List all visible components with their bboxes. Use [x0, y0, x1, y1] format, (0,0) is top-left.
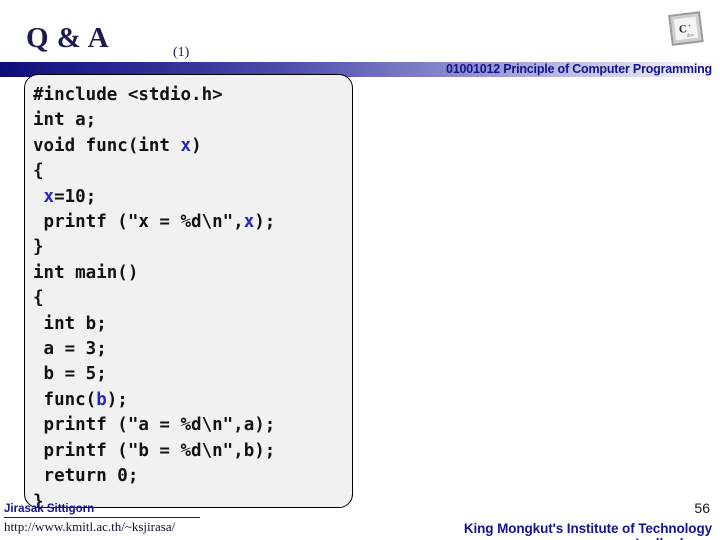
footer-institute-line-1: King Mongkut's Institute of Technology	[463, 521, 712, 536]
code-token-variable: x	[180, 135, 192, 156]
code-token-variable: x	[243, 212, 255, 233]
code-token-text: printf ("x = %d\n",	[33, 212, 244, 233]
code-token-text: int main()	[33, 262, 139, 283]
code-token-text: void func(int	[33, 135, 181, 156]
code-line: b = 5;	[33, 362, 352, 387]
code-token-text: b = 5;	[33, 364, 107, 385]
code-token-text: int a;	[33, 110, 97, 131]
code-token-text: =10;	[54, 186, 97, 207]
code-token-text: func(	[33, 389, 97, 410]
code-line: func(b);	[33, 388, 352, 413]
code-token-text: #include <stdio.h>	[33, 85, 223, 105]
code-token-text: );	[106, 389, 128, 410]
code-token-text: )	[191, 135, 202, 156]
code-block-card: #include <stdio.h> int a; void func(int x)…	[24, 74, 353, 508]
code-token-text: {	[33, 161, 44, 182]
slide-index-label: (1)	[173, 45, 190, 60]
page-title: Q & A	[26, 22, 110, 54]
code-listing: #include <stdio.h> int a; void func(int x)…	[25, 75, 352, 507]
svg-text:dev: dev	[687, 33, 695, 39]
code-token-text: );	[254, 212, 276, 233]
code-line: return 0;	[33, 464, 352, 489]
code-token-text: return 0;	[33, 466, 139, 487]
code-token-variable: x	[43, 186, 55, 207]
page-number: 56	[694, 500, 710, 516]
code-line: printf ("x = %d\n",x);	[33, 210, 352, 235]
tilted-square-c-logo-icon: C + dev	[664, 8, 708, 50]
code-line: int b;	[33, 312, 352, 337]
code-line: }	[33, 235, 352, 260]
code-token-text: int b;	[33, 313, 107, 334]
footer-author: Jirasak Sittigorn	[4, 503, 95, 515]
footer-divider	[4, 517, 200, 518]
code-line: int main()	[33, 261, 352, 286]
code-line: {	[33, 159, 352, 184]
code-line: printf ("b = %d\n",b);	[33, 439, 352, 464]
code-token-text: printf ("b = %d\n",b);	[33, 440, 276, 461]
course-title: 01001012 Principle of Computer Programmi…	[446, 62, 712, 76]
code-line: int a;	[33, 108, 352, 133]
code-token-text: a = 3;	[33, 339, 107, 360]
code-line: void func(int x)	[33, 134, 352, 159]
footer-institute-line-2: Ladkrabang	[0, 536, 712, 540]
code-token-variable: b	[96, 389, 107, 410]
code-token-text: }	[33, 237, 44, 258]
code-line: a = 3;	[33, 337, 352, 362]
code-line: {	[33, 286, 352, 311]
code-line: x=10;	[33, 185, 352, 210]
code-token-text: printf ("a = %d\n",a);	[33, 415, 276, 436]
code-line: printf ("a = %d\n",a);	[33, 413, 352, 438]
code-line: #include <stdio.h>	[33, 83, 352, 108]
code-token-text: {	[33, 288, 44, 309]
